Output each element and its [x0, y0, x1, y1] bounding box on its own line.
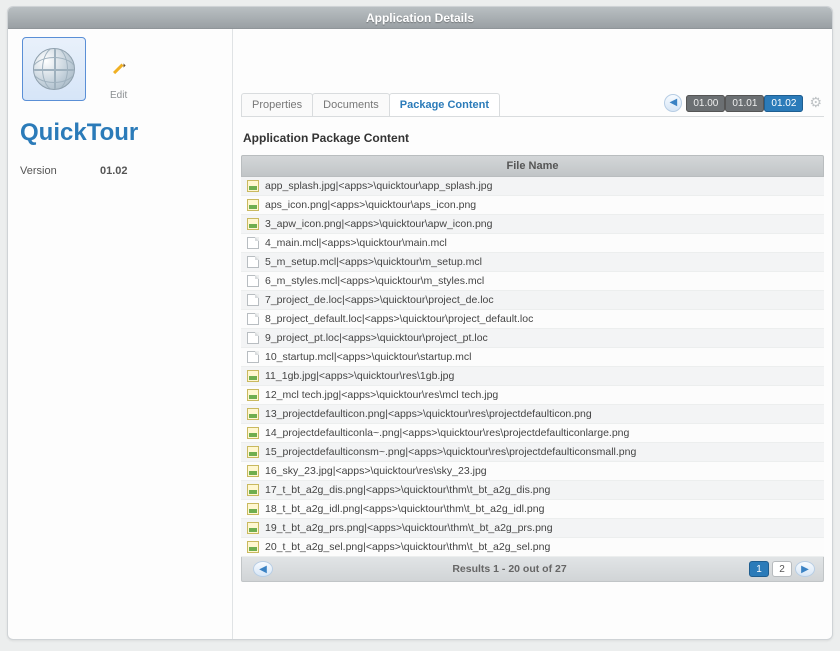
edit-button[interactable]: Edit	[110, 70, 127, 101]
image-file-icon	[247, 503, 259, 515]
file-path: 15_projectdefaulticonsm~.png|<apps>\quic…	[265, 446, 636, 458]
table-row[interactable]: 16_sky_23.jpg|<apps>\quicktour\res\sky_2…	[241, 462, 824, 481]
table-row[interactable]: 8_project_default.loc|<apps>\quicktour\p…	[241, 310, 824, 329]
file-path: 12_mcl tech.jpg|<apps>\quicktour\res\mcl…	[265, 389, 498, 401]
image-file-icon	[247, 408, 259, 420]
table-row[interactable]: app_splash.jpg|<apps>\quicktour\app_spla…	[241, 177, 824, 196]
document-file-icon	[247, 313, 259, 325]
image-file-icon	[247, 541, 259, 553]
file-path: 17_t_bt_a2g_dis.png|<apps>\quicktour\thm…	[265, 484, 550, 496]
image-file-icon	[247, 465, 259, 477]
table-row[interactable]: 15_projectdefaulticonsm~.png|<apps>\quic…	[241, 443, 824, 462]
document-file-icon	[247, 256, 259, 268]
right-pane: Properties Documents Package Content ◀ 0…	[233, 29, 832, 639]
tabs: Properties Documents Package Content	[241, 93, 499, 116]
table-row[interactable]: 12_mcl tech.jpg|<apps>\quicktour\res\mcl…	[241, 386, 824, 405]
image-file-icon	[247, 389, 259, 401]
image-file-icon	[247, 370, 259, 382]
version-selector: ◀ 01.0001.0101.02 ⚙	[664, 94, 824, 116]
version-button-01-02[interactable]: 01.02	[764, 95, 803, 112]
image-file-icon	[247, 199, 259, 211]
table-row[interactable]: 11_1gb.jpg|<apps>\quicktour\res\1gb.jpg	[241, 367, 824, 386]
table-row[interactable]: 19_t_bt_a2g_prs.png|<apps>\quicktour\thm…	[241, 519, 824, 538]
column-header-filename[interactable]: File Name	[241, 155, 824, 177]
image-file-icon	[247, 180, 259, 192]
image-file-icon	[247, 446, 259, 458]
edit-label: Edit	[110, 90, 127, 101]
section-heading: Application Package Content	[241, 117, 824, 155]
version-button-01-00[interactable]: 01.00	[686, 95, 725, 112]
window-title: Application Details	[8, 7, 832, 29]
file-path: aps_icon.png|<apps>\quicktour\aps_icon.p…	[265, 199, 476, 211]
table-row[interactable]: 6_m_styles.mcl|<apps>\quicktour\m_styles…	[241, 272, 824, 291]
table-row[interactable]: 5_m_setup.mcl|<apps>\quicktour\m_setup.m…	[241, 253, 824, 272]
file-path: 11_1gb.jpg|<apps>\quicktour\res\1gb.jpg	[265, 370, 454, 382]
file-path: 18_t_bt_a2g_idl.png|<apps>\quicktour\thm…	[265, 503, 544, 515]
document-file-icon	[247, 237, 259, 249]
image-file-icon	[247, 218, 259, 230]
table-row[interactable]: 3_apw_icon.png|<apps>\quicktour\apw_icon…	[241, 215, 824, 234]
pencil-icon	[111, 70, 127, 86]
tab-documents[interactable]: Documents	[312, 93, 390, 116]
table-row[interactable]: aps_icon.png|<apps>\quicktour\aps_icon.p…	[241, 196, 824, 215]
file-path: 16_sky_23.jpg|<apps>\quicktour\res\sky_2…	[265, 465, 487, 477]
page-button-2[interactable]: 2	[772, 561, 792, 577]
image-file-icon	[247, 427, 259, 439]
table-footer: ◀ Results 1 - 20 out of 27 12 ▶	[241, 557, 824, 582]
file-path: 8_project_default.loc|<apps>\quicktour\p…	[265, 313, 533, 325]
results-text: Results 1 - 20 out of 27	[273, 563, 746, 575]
file-path: 19_t_bt_a2g_prs.png|<apps>\quicktour\thm…	[265, 522, 553, 534]
globe-icon	[33, 48, 75, 90]
version-settings-button[interactable]: ⚙	[807, 94, 824, 111]
version-button-01-01[interactable]: 01.01	[725, 95, 764, 112]
tab-package-content[interactable]: Package Content	[389, 93, 500, 116]
table-row[interactable]: 17_t_bt_a2g_dis.png|<apps>\quicktour\thm…	[241, 481, 824, 500]
image-file-icon	[247, 484, 259, 496]
file-path: 10_startup.mcl|<apps>\quicktour\startup.…	[265, 351, 471, 363]
file-path: 14_projectdefaulticonla~.png|<apps>\quic…	[265, 427, 629, 439]
table-row[interactable]: 20_t_bt_a2g_sel.png|<apps>\quicktour\thm…	[241, 538, 824, 557]
table-row[interactable]: 10_startup.mcl|<apps>\quicktour\startup.…	[241, 348, 824, 367]
table-row[interactable]: 18_t_bt_a2g_idl.png|<apps>\quicktour\thm…	[241, 500, 824, 519]
image-file-icon	[247, 522, 259, 534]
page-button-1[interactable]: 1	[749, 561, 769, 577]
table-row[interactable]: 14_projectdefaulticonla~.png|<apps>\quic…	[241, 424, 824, 443]
left-pane: Edit QuickTour Version 01.02	[8, 29, 233, 639]
file-path: 7_project_de.loc|<apps>\quicktour\projec…	[265, 294, 494, 306]
version-value: 01.02	[100, 165, 128, 177]
files-table: File Name app_splash.jpg|<apps>\quicktou…	[241, 155, 824, 582]
file-path: 6_m_styles.mcl|<apps>\quicktour\m_styles…	[265, 275, 484, 287]
table-row[interactable]: 13_projectdefaulticon.png|<apps>\quickto…	[241, 405, 824, 424]
table-row[interactable]: 4_main.mcl|<apps>\quicktour\main.mcl	[241, 234, 824, 253]
version-label: Version	[20, 165, 100, 177]
application-name: QuickTour	[18, 109, 222, 163]
file-path: 13_projectdefaulticon.png|<apps>\quickto…	[265, 408, 592, 420]
document-file-icon	[247, 332, 259, 344]
file-path: 5_m_setup.mcl|<apps>\quicktour\m_setup.m…	[265, 256, 482, 268]
file-path: 20_t_bt_a2g_sel.png|<apps>\quicktour\thm…	[265, 541, 550, 553]
document-file-icon	[247, 294, 259, 306]
file-path: app_splash.jpg|<apps>\quicktour\app_spla…	[265, 180, 492, 192]
table-row[interactable]: 7_project_de.loc|<apps>\quicktour\projec…	[241, 291, 824, 310]
application-details-window: Application Details Edit QuickTour Versi…	[7, 6, 833, 640]
page-prev-button[interactable]: ◀	[253, 561, 273, 577]
document-file-icon	[247, 275, 259, 287]
application-icon	[22, 37, 86, 101]
file-path: 4_main.mcl|<apps>\quicktour\main.mcl	[265, 237, 447, 249]
table-row[interactable]: 9_project_pt.loc|<apps>\quicktour\projec…	[241, 329, 824, 348]
document-file-icon	[247, 351, 259, 363]
tab-properties[interactable]: Properties	[241, 93, 313, 116]
file-path: 9_project_pt.loc|<apps>\quicktour\projec…	[265, 332, 488, 344]
page-next-button[interactable]: ▶	[795, 561, 815, 577]
version-prev-button[interactable]: ◀	[664, 94, 682, 112]
file-path: 3_apw_icon.png|<apps>\quicktour\apw_icon…	[265, 218, 492, 230]
